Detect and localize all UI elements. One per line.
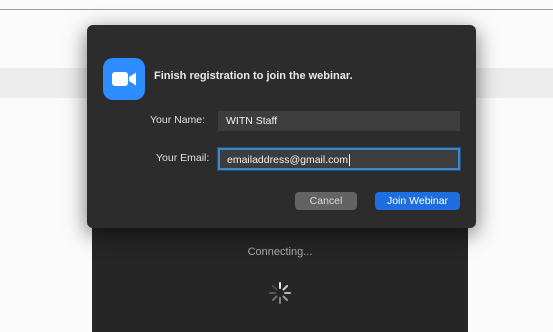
name-field[interactable]: WITN Staff xyxy=(218,111,460,131)
email-field-value: emailaddress@gmail.com xyxy=(227,154,348,166)
cancel-button[interactable]: Cancel xyxy=(295,192,357,210)
name-label: Your Name: xyxy=(150,114,206,126)
zoom-camera-icon xyxy=(103,58,145,100)
email-field[interactable]: emailaddress@gmail.com xyxy=(218,148,460,170)
registration-dialog: Finish registration to join the webinar.… xyxy=(87,25,476,228)
text-caret xyxy=(348,154,350,167)
connecting-status-text: Connecting... xyxy=(247,246,313,258)
loading-spinner-icon xyxy=(269,282,291,304)
email-label: Your Email: xyxy=(156,152,210,164)
top-divider xyxy=(0,9,553,10)
join-webinar-button[interactable]: Join Webinar xyxy=(375,192,460,210)
screen: Connecting... Finish registration to joi… xyxy=(0,0,553,332)
dialog-title: Finish registration to join the webinar. xyxy=(154,70,353,82)
